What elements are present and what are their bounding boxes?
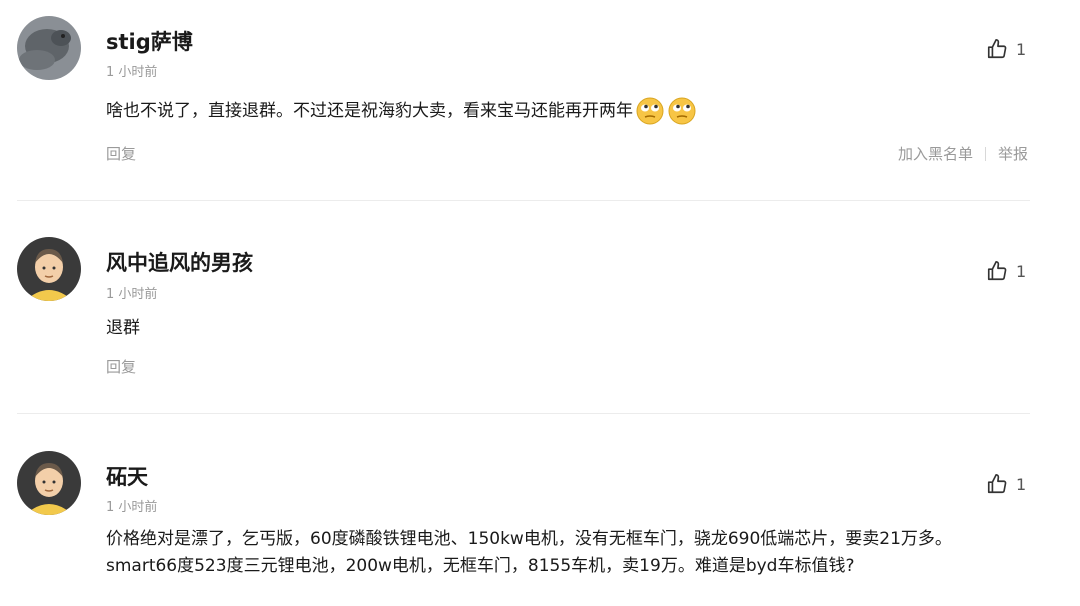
- rolling-eyes-emoji-icon: [668, 97, 696, 125]
- reply-button[interactable]: 回复: [106, 143, 136, 164]
- comment-text: 价格绝对是漂了，乞丐版，60度磷酸铁锂电池、150kw电机，没有无框车门，骁龙6…: [106, 529, 952, 576]
- comment-time: 1 小时前: [106, 500, 158, 515]
- rolling-eyes-emoji-icon: [636, 97, 664, 125]
- comment-time: 1 小时前: [106, 65, 158, 80]
- comment-text: 退群: [106, 318, 140, 338]
- like-button[interactable]: 1: [986, 471, 1036, 497]
- username[interactable]: stig萨博: [106, 26, 193, 56]
- reply-button[interactable]: 回复: [106, 356, 136, 377]
- user-avatar[interactable]: [17, 16, 81, 80]
- thumbs-up-icon: [987, 261, 1007, 281]
- animal-photo-avatar-icon: [17, 16, 81, 80]
- like-button[interactable]: 1: [986, 258, 1036, 284]
- default-user-avatar-icon: [17, 237, 81, 301]
- thumbs-up-icon: [987, 474, 1007, 494]
- user-avatar[interactable]: [17, 451, 81, 515]
- comment-actions: 加入黑名单 举报: [898, 143, 1028, 164]
- like-count: 1: [1016, 261, 1027, 281]
- like-count: 1: [1016, 39, 1027, 59]
- comment-text: 啥也不说了，直接退群。不过还是祝海豹大卖，看来宝马还能再开两年: [106, 96, 697, 126]
- comment-time: 1 小时前: [106, 287, 158, 302]
- like-count: 1: [1016, 474, 1027, 494]
- comment-body: 啥也不说了，直接退群。不过还是祝海豹大卖，看来宝马还能再开两年: [106, 101, 633, 121]
- comment-divider: [17, 413, 1030, 414]
- like-button[interactable]: 1: [986, 36, 1036, 62]
- divider: [984, 146, 986, 161]
- blacklist-button[interactable]: 加入黑名单: [898, 143, 973, 164]
- thumbs-up-icon: [987, 39, 1007, 59]
- username[interactable]: 砳天: [106, 461, 148, 491]
- user-avatar[interactable]: [17, 237, 81, 301]
- report-button[interactable]: 举报: [998, 143, 1028, 164]
- comment-divider: [17, 200, 1030, 201]
- username[interactable]: 风中追风的男孩: [106, 247, 253, 277]
- default-user-avatar-icon: [17, 451, 81, 515]
